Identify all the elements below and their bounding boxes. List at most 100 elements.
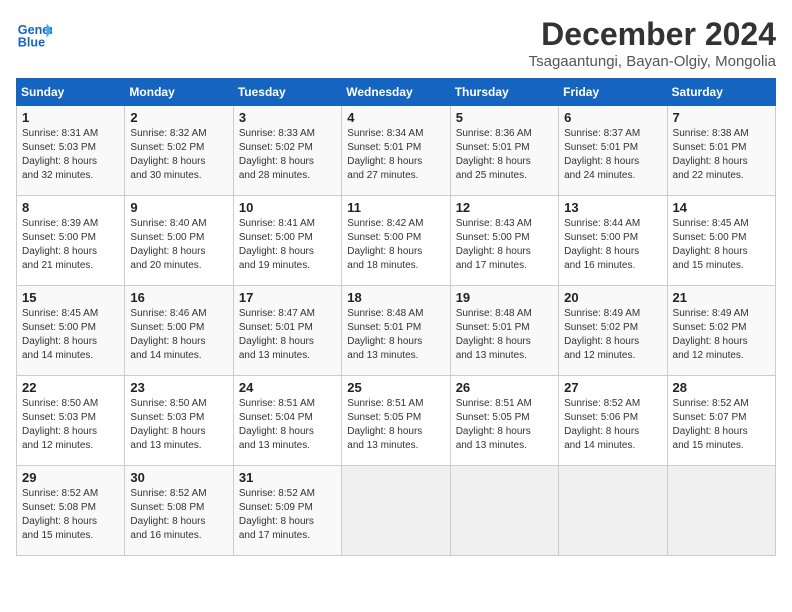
- calendar-cell: 16 Sunrise: 8:46 AM Sunset: 5:00 PM Dayli…: [125, 286, 233, 376]
- day-number: 3: [239, 110, 336, 125]
- calendar-table: SundayMondayTuesdayWednesdayThursdayFrid…: [16, 78, 776, 556]
- calendar-cell: 20 Sunrise: 8:49 AM Sunset: 5:02 PM Dayli…: [559, 286, 667, 376]
- calendar-cell: 14Sunrise: 8:45 AM Sunset: 5:00 PM Dayli…: [667, 196, 775, 286]
- calendar-week-row: 8 Sunrise: 8:39 AM Sunset: 5:00 PM Daylig…: [17, 196, 776, 286]
- calendar-cell: 25 Sunrise: 8:51 AM Sunset: 5:05 PM Dayli…: [342, 376, 450, 466]
- day-info: Sunrise: 8:36 AM Sunset: 5:01 PM Dayligh…: [456, 127, 553, 183]
- day-number: 8: [22, 200, 119, 215]
- calendar-cell: 19 Sunrise: 8:48 AM Sunset: 5:01 PM Dayli…: [450, 286, 558, 376]
- day-number: 10: [239, 200, 336, 215]
- day-number: 29: [22, 470, 119, 485]
- day-info: Sunrise: 8:45 AM Sunset: 5:00 PM Dayligh…: [673, 217, 770, 273]
- day-info: Sunrise: 8:32 AM Sunset: 5:02 PM Dayligh…: [130, 127, 227, 183]
- calendar-cell: [450, 466, 558, 556]
- day-number: 22: [22, 380, 119, 395]
- day-info: Sunrise: 8:38 AM Sunset: 5:01 PM Dayligh…: [673, 127, 770, 183]
- weekday-header: Monday: [125, 79, 233, 106]
- calendar-cell: 9Sunrise: 8:40 AM Sunset: 5:00 PM Daylig…: [125, 196, 233, 286]
- day-info: Sunrise: 8:50 AM Sunset: 5:03 PM Dayligh…: [22, 397, 119, 453]
- day-info: Sunrise: 8:49 AM Sunset: 5:02 PM Dayligh…: [564, 307, 661, 363]
- weekday-header: Saturday: [667, 79, 775, 106]
- calendar-week-row: 22 Sunrise: 8:50 AM Sunset: 5:03 PM Dayli…: [17, 376, 776, 466]
- day-number: 16: [130, 290, 227, 305]
- day-number: 25: [347, 380, 444, 395]
- day-info: Sunrise: 8:52 AM Sunset: 5:07 PM Dayligh…: [673, 397, 770, 453]
- calendar-week-row: 1 Sunrise: 8:31 AM Sunset: 5:03 PM Daylig…: [17, 106, 776, 196]
- calendar-cell: 23Sunrise: 8:50 AM Sunset: 5:03 PM Dayli…: [125, 376, 233, 466]
- calendar-cell: 4 Sunrise: 8:34 AM Sunset: 5:01 PM Daylig…: [342, 106, 450, 196]
- calendar-cell: 7 Sunrise: 8:38 AM Sunset: 5:01 PM Daylig…: [667, 106, 775, 196]
- month-title: December 2024: [529, 16, 776, 53]
- day-info: Sunrise: 8:52 AM Sunset: 5:08 PM Dayligh…: [130, 487, 227, 543]
- calendar-cell: [667, 466, 775, 556]
- day-info: Sunrise: 8:31 AM Sunset: 5:03 PM Dayligh…: [22, 127, 119, 183]
- day-info: Sunrise: 8:43 AM Sunset: 5:00 PM Dayligh…: [456, 217, 553, 273]
- day-number: 17: [239, 290, 336, 305]
- day-info: Sunrise: 8:44 AM Sunset: 5:00 PM Dayligh…: [564, 217, 661, 273]
- day-number: 13: [564, 200, 661, 215]
- calendar-cell: 10 Sunrise: 8:41 AM Sunset: 5:00 PM Dayli…: [233, 196, 341, 286]
- day-info: Sunrise: 8:45 AM Sunset: 5:00 PM Dayligh…: [22, 307, 119, 363]
- day-info: Sunrise: 8:50 AM Sunset: 5:03 PM Dayligh…: [130, 397, 227, 453]
- day-number: 18: [347, 290, 444, 305]
- day-number: 28: [673, 380, 770, 395]
- calendar-week-row: 29 Sunrise: 8:52 AM Sunset: 5:08 PM Dayli…: [17, 466, 776, 556]
- day-number: 4: [347, 110, 444, 125]
- day-info: Sunrise: 8:48 AM Sunset: 5:01 PM Dayligh…: [456, 307, 553, 363]
- day-number: 20: [564, 290, 661, 305]
- day-info: Sunrise: 8:42 AM Sunset: 5:00 PM Dayligh…: [347, 217, 444, 273]
- calendar-week-row: 15 Sunrise: 8:45 AM Sunset: 5:00 PM Dayli…: [17, 286, 776, 376]
- title-block: December 2024 Tsagaantungi, Bayan-Olgiy,…: [529, 16, 776, 70]
- calendar-cell: [559, 466, 667, 556]
- calendar-cell: [342, 466, 450, 556]
- logo-icon: General Blue: [16, 16, 52, 52]
- calendar-cell: 28 Sunrise: 8:52 AM Sunset: 5:07 PM Dayli…: [667, 376, 775, 466]
- day-info: Sunrise: 8:40 AM Sunset: 5:00 PM Dayligh…: [130, 217, 227, 273]
- day-info: Sunrise: 8:46 AM Sunset: 5:00 PM Dayligh…: [130, 307, 227, 363]
- day-number: 15: [22, 290, 119, 305]
- day-number: 2: [130, 110, 227, 125]
- day-info: Sunrise: 8:51 AM Sunset: 5:05 PM Dayligh…: [456, 397, 553, 453]
- day-info: Sunrise: 8:34 AM Sunset: 5:01 PM Dayligh…: [347, 127, 444, 183]
- calendar-cell: 22 Sunrise: 8:50 AM Sunset: 5:03 PM Dayli…: [17, 376, 125, 466]
- svg-text:Blue: Blue: [18, 36, 45, 50]
- day-number: 6: [564, 110, 661, 125]
- day-number: 5: [456, 110, 553, 125]
- calendar-cell: 11 Sunrise: 8:42 AM Sunset: 5:00 PM Dayli…: [342, 196, 450, 286]
- day-number: 19: [456, 290, 553, 305]
- day-info: Sunrise: 8:51 AM Sunset: 5:05 PM Dayligh…: [347, 397, 444, 453]
- location-title: Tsagaantungi, Bayan-Olgiy, Mongolia: [529, 53, 776, 70]
- day-number: 11: [347, 200, 444, 215]
- calendar-cell: 30 Sunrise: 8:52 AM Sunset: 5:08 PM Dayli…: [125, 466, 233, 556]
- weekday-header: Sunday: [17, 79, 125, 106]
- weekday-header: Thursday: [450, 79, 558, 106]
- day-number: 31: [239, 470, 336, 485]
- day-number: 1: [22, 110, 119, 125]
- weekday-header: Wednesday: [342, 79, 450, 106]
- day-info: Sunrise: 8:52 AM Sunset: 5:08 PM Dayligh…: [22, 487, 119, 543]
- calendar-cell: 27Sunrise: 8:52 AM Sunset: 5:06 PM Dayli…: [559, 376, 667, 466]
- day-info: Sunrise: 8:49 AM Sunset: 5:02 PM Dayligh…: [673, 307, 770, 363]
- day-number: 7: [673, 110, 770, 125]
- calendar-cell: 15 Sunrise: 8:45 AM Sunset: 5:00 PM Dayli…: [17, 286, 125, 376]
- weekday-header: Tuesday: [233, 79, 341, 106]
- day-info: Sunrise: 8:41 AM Sunset: 5:00 PM Dayligh…: [239, 217, 336, 273]
- calendar-cell: 1 Sunrise: 8:31 AM Sunset: 5:03 PM Daylig…: [17, 106, 125, 196]
- calendar-cell: 24Sunrise: 8:51 AM Sunset: 5:04 PM Dayli…: [233, 376, 341, 466]
- day-info: Sunrise: 8:39 AM Sunset: 5:00 PM Dayligh…: [22, 217, 119, 273]
- day-number: 24: [239, 380, 336, 395]
- page-header: General Blue December 2024 Tsagaantungi,…: [16, 16, 776, 70]
- day-number: 26: [456, 380, 553, 395]
- day-info: Sunrise: 8:33 AM Sunset: 5:02 PM Dayligh…: [239, 127, 336, 183]
- day-number: 30: [130, 470, 227, 485]
- calendar-cell: 17Sunrise: 8:47 AM Sunset: 5:01 PM Dayli…: [233, 286, 341, 376]
- day-number: 21: [673, 290, 770, 305]
- calendar-cell: 31Sunrise: 8:52 AM Sunset: 5:09 PM Dayli…: [233, 466, 341, 556]
- calendar-cell: 3 Sunrise: 8:33 AM Sunset: 5:02 PM Daylig…: [233, 106, 341, 196]
- day-info: Sunrise: 8:37 AM Sunset: 5:01 PM Dayligh…: [564, 127, 661, 183]
- calendar-cell: 6 Sunrise: 8:37 AM Sunset: 5:01 PM Daylig…: [559, 106, 667, 196]
- day-info: Sunrise: 8:52 AM Sunset: 5:06 PM Dayligh…: [564, 397, 661, 453]
- logo: General Blue: [16, 16, 52, 52]
- day-info: Sunrise: 8:48 AM Sunset: 5:01 PM Dayligh…: [347, 307, 444, 363]
- calendar-cell: 13 Sunrise: 8:44 AM Sunset: 5:00 PM Dayli…: [559, 196, 667, 286]
